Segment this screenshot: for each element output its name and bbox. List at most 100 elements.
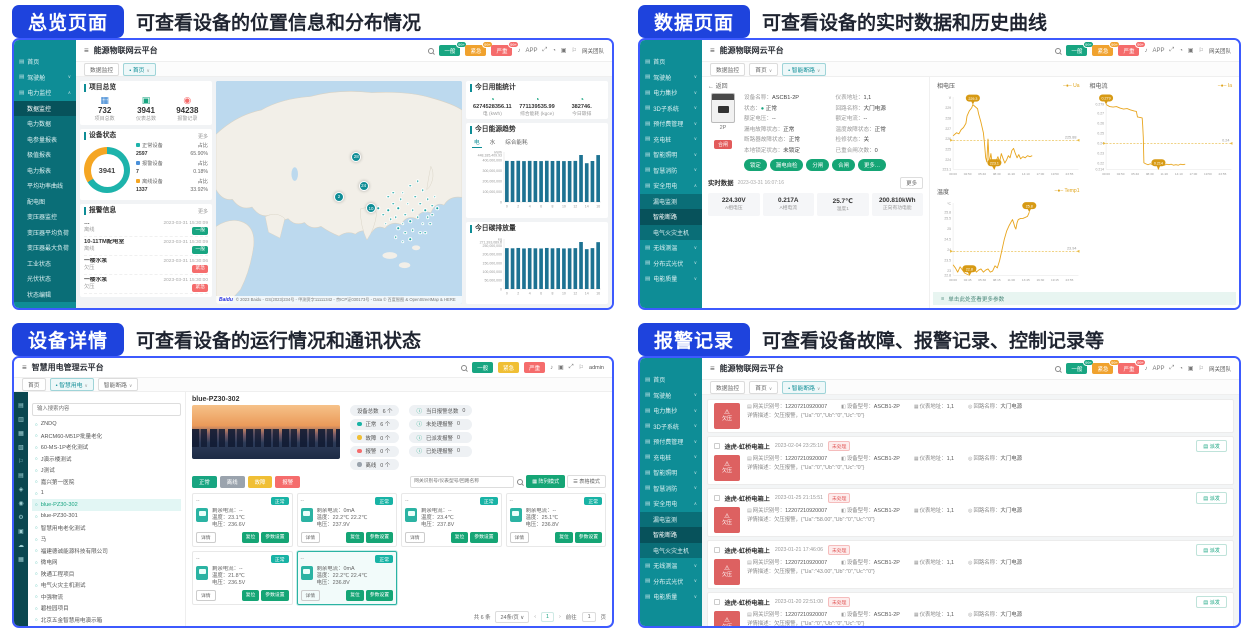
doc-icon[interactable]: ▤ [18, 472, 24, 479]
button-参数设置[interactable]: 参数设置 [470, 532, 497, 543]
sidebar-item-分布式光伏[interactable]: ▤分布式光伏∨ [640, 256, 702, 272]
sidebar-subitem-数据监控[interactable]: 数据监控 [14, 101, 76, 117]
grid-icon[interactable]: ▦ [18, 556, 24, 563]
alarm-level-pill-一般[interactable]: 一般 [472, 362, 493, 373]
sidebar-subitem-极值报表[interactable]: 极值报表 [14, 147, 76, 163]
alarm-info-item[interactable]: …2023-03-31 15:30:09离线一般 [84, 218, 208, 237]
history-icon[interactable]: ◔ [1179, 366, 1183, 372]
detail-button[interactable]: 详情 [301, 590, 321, 601]
mute-icon[interactable]: ♪ [1144, 48, 1147, 54]
user-icon[interactable]: ◉ [18, 500, 23, 507]
alarm-level-pill-紧急[interactable]: 紧急99+ [1092, 45, 1113, 56]
breadcrumb-tab-智慧用电[interactable]: • 智慧用电∨ [50, 378, 94, 391]
mute-icon[interactable]: ♪ [550, 365, 553, 371]
alarm-level-pill-严重[interactable]: 严重99+ [1118, 363, 1139, 374]
sidebar-item-首页[interactable]: ▤首页 [640, 54, 702, 70]
mute-icon[interactable]: ♪ [517, 48, 520, 54]
gear-icon[interactable]: ⚙ [18, 514, 23, 521]
device-card[interactable]: --正常剩余电流：0mA温度：22.2℃ 22.2℃电压：237.9V详情复位参… [297, 493, 398, 547]
sidebar-item-智能照明[interactable]: ▤智能照明∨ [640, 465, 702, 481]
sidebar-subitem-智能断路[interactable]: 智能断路 [640, 527, 702, 543]
hamburger-icon[interactable]: ≡ [710, 46, 715, 55]
device-card[interactable]: --正常剩余电流：--温度：23.4℃电压：237.8V详情复位参数设置 [401, 493, 502, 547]
breadcrumb-tab-数据监控[interactable]: 数据监控 [710, 63, 745, 76]
sidebar-item-驾驶舱[interactable]: ▤驾驶舱∨ [640, 388, 702, 404]
header-username[interactable]: 网关团队 [1209, 365, 1231, 373]
sidebar-subitem-电气火灾主机[interactable]: 电气火灾主机 [640, 543, 702, 559]
sidebar-item-电力监控[interactable]: ▤电力监控∧ [14, 85, 76, 101]
sidebar-subitem-智能断路[interactable]: 智能断路 [640, 209, 702, 225]
filter-chip-正常[interactable]: 正常 [192, 476, 217, 488]
sidebar-item-充电桩[interactable]: ▤充电桩∨ [640, 132, 702, 148]
sidebar-item-安全用电[interactable]: ▤安全用电∧ [640, 496, 702, 512]
alarm-level-pill-严重[interactable]: 严重 [524, 362, 545, 373]
bell-icon[interactable]: ⚐ [1199, 365, 1204, 372]
device-card[interactable]: --正常剩余电流：--温度：23.1℃电压：236.6V详情复位参数设置 [192, 493, 293, 547]
fullscreen-icon[interactable]: ⤢ [569, 364, 574, 371]
button-参数设置[interactable]: 参数设置 [366, 532, 393, 543]
tree-search-input[interactable] [32, 403, 181, 416]
breadcrumb-tab-数据监控[interactable]: 数据监控 [84, 63, 119, 76]
header-username[interactable]: admin [589, 365, 604, 371]
sidebar-item-首页[interactable]: ▤首页 [640, 372, 702, 388]
trend-tab-综合能耗[interactable]: 综合能耗 [503, 137, 529, 148]
sidebar-item-电力集抄[interactable]: ▤电力集抄∨ [640, 85, 702, 101]
device-status-more-link[interactable]: 更多 [198, 133, 208, 140]
detail-button[interactable]: 详情 [196, 532, 216, 543]
alarm-level-pill-严重[interactable]: 严重99+ [491, 45, 512, 56]
action-button-合闸[interactable]: 合闸 [832, 159, 855, 171]
link-icon[interactable]: ▣ [18, 528, 24, 535]
sidebar-item-电能质量[interactable]: ▤电能质量∨ [640, 589, 702, 605]
alarm-icon[interactable]: ⚐ [18, 458, 23, 465]
tree-item[interactable]: ○有线测试 [32, 626, 181, 627]
snapshot-icon[interactable]: ▣ [1188, 47, 1194, 54]
more-params-bar[interactable]: ≡ 单击此处查看更多参数 [933, 292, 1236, 305]
tree-item[interactable]: ○马 [32, 534, 181, 546]
button-参数设置[interactable]: 参数设置 [366, 590, 393, 601]
sidebar-item-智能照明[interactable]: ▤智能照明∨ [640, 147, 702, 163]
filter-chip-故障[interactable]: 故障 [248, 476, 273, 488]
sidebar-subitem-配电图[interactable]: 配电图 [14, 194, 76, 210]
per-page-select[interactable]: 24条/页 ∨ [495, 611, 529, 623]
map-cluster-marker[interactable]: 28 [351, 152, 361, 162]
hamburger-icon[interactable]: ≡ [22, 363, 27, 372]
tree-item[interactable]: ○中强物流 [32, 591, 181, 603]
snapshot-icon[interactable]: ▣ [1188, 365, 1194, 372]
tree-item[interactable]: ○blue-PZ30-301 [32, 511, 181, 523]
fullscreen-icon[interactable]: ⤢ [542, 47, 547, 54]
dispatch-button[interactable]: ▤ 派发 [1196, 596, 1227, 608]
tree-item[interactable]: ○J演示楼测试 [32, 453, 181, 465]
sidebar-subitem-工业状态[interactable]: 工业状态 [14, 256, 76, 272]
chart-icon[interactable]: ▦ [18, 430, 24, 437]
dispatch-button[interactable]: ▤ 派发 [1196, 492, 1227, 504]
breadcrumb-tab-智能断路[interactable]: 智能断路∨ [98, 378, 139, 391]
tree-item[interactable]: ○碧桂园项目 [32, 603, 181, 615]
history-icon[interactable]: ◔ [552, 48, 556, 54]
fullscreen-icon[interactable]: ⤢ [1169, 47, 1174, 54]
tree-item[interactable]: ○嘉兴第一医院 [32, 476, 181, 488]
tree-item[interactable]: ○ARCM60-M51P批量老化 [32, 430, 181, 442]
sidebar-item-充电桩[interactable]: ▤充电桩∨ [640, 450, 702, 466]
sidebar-item-智慧消防[interactable]: ▤智慧消防∨ [640, 163, 702, 179]
filter-chip-离线[interactable]: 离线 [220, 476, 245, 488]
alarm-level-pill-紧急[interactable]: 紧急99+ [1092, 363, 1113, 374]
sidebar-subitem-电力数据[interactable]: 电力数据 [14, 116, 76, 132]
tree-item[interactable]: ○陕通工程项目 [32, 568, 181, 580]
tree-item[interactable]: ○blue-PZ30-302 [32, 499, 181, 511]
next-page-button[interactable]: › [559, 614, 561, 620]
sidebar-item-3D子系统[interactable]: ▤3D子系统∨ [640, 101, 702, 117]
tree-item[interactable]: ○J测试 [32, 465, 181, 477]
menu-icon[interactable]: ▤ [18, 402, 24, 409]
alarm-level-pill-紧急[interactable]: 紧急 [498, 362, 519, 373]
detail-button[interactable]: 详情 [405, 532, 425, 543]
sidebar-subitem-状态编辑[interactable]: 状态编辑 [14, 287, 76, 303]
sidebar-item-电力集抄[interactable]: ▤电力集抄∨ [640, 403, 702, 419]
button-参数设置[interactable]: 参数设置 [261, 532, 288, 543]
map-cluster-marker[interactable]: 2 [334, 192, 344, 202]
sidebar-item-智慧消防[interactable]: ▤智慧消防∨ [640, 481, 702, 497]
button-参数设置[interactable]: 参数设置 [261, 590, 288, 601]
fullscreen-icon[interactable]: ⤢ [1169, 365, 1174, 372]
sidebar-subitem-电气火灾主机[interactable]: 电气火灾主机 [640, 225, 702, 241]
tree-item[interactable]: ○60-MS-1P老化测试 [32, 442, 181, 454]
tree-item[interactable]: ○智慧用电老化测试 [32, 522, 181, 534]
